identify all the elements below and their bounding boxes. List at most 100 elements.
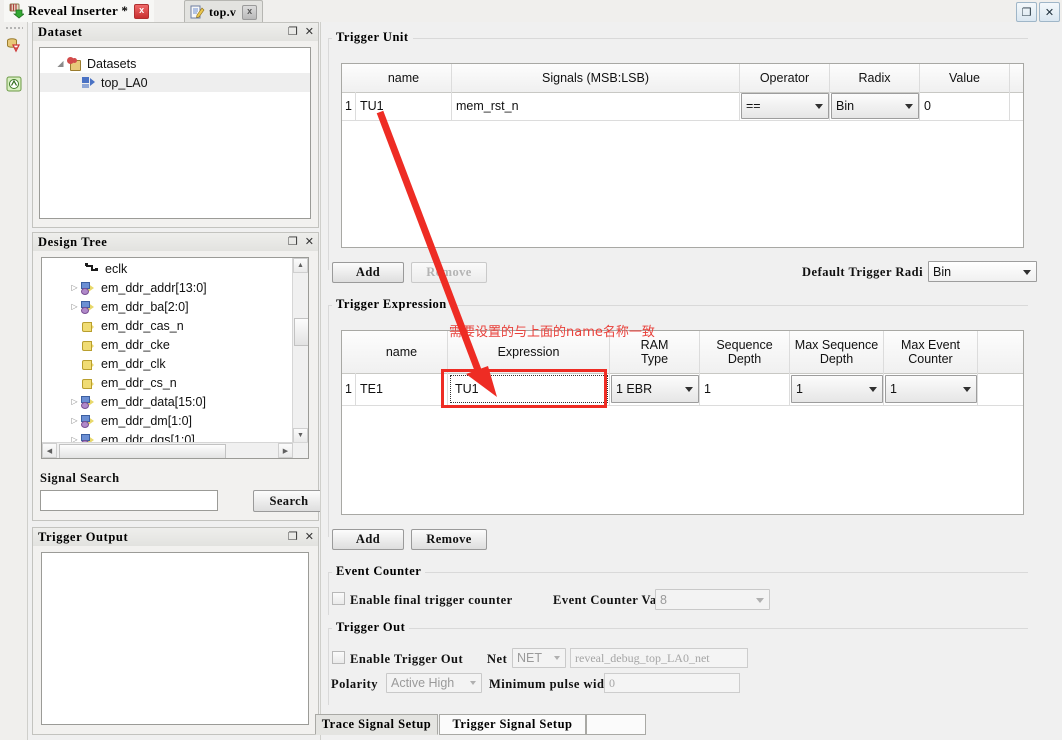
tree-item[interactable]: eclk [42, 259, 292, 278]
col-header-value[interactable]: Value [920, 64, 1010, 92]
scroll-right-icon[interactable]: ▶ [278, 443, 293, 458]
max-sequence-depth-value: 1 [796, 382, 803, 396]
trigger-output-panel-header: Trigger Output ❐ ✕ [33, 528, 318, 547]
col-header-max-sequence-depth[interactable]: Max Sequence Depth [790, 331, 884, 373]
reveal-module-icon[interactable] [5, 75, 23, 93]
tab-trigger-signal-setup[interactable]: Trigger Signal Setup [439, 714, 586, 735]
bus-signal-icon [81, 300, 97, 314]
tree-item[interactable]: em_ddr_cas_n [42, 316, 292, 335]
col-header-sequence-depth[interactable]: Sequence Depth [700, 331, 790, 373]
bus-signal-icon [81, 414, 97, 428]
net-select[interactable]: NET [512, 648, 566, 668]
trigger-expression-table[interactable]: name Expression RAM Type Sequence Depth … [341, 330, 1024, 515]
tab-reveal-inserter[interactable]: Reveal Inserter * x [4, 0, 155, 23]
tab-trace-signal-setup[interactable]: Trace Signal Setup [315, 714, 438, 735]
float-icon[interactable]: ❐ [288, 27, 298, 38]
tree-item[interactable]: em_ddr_clk [42, 354, 292, 373]
scroll-left-icon[interactable]: ◀ [42, 443, 57, 458]
chevron-down-icon[interactable]: ◢ [54, 59, 67, 68]
tree-item[interactable]: ▷ em_ddr_ba[2:0] [42, 297, 292, 316]
tree-item[interactable]: ▷ em_ddr_addr[13:0] [42, 278, 292, 297]
tree-item[interactable]: ▷ em_ddr_dm[1:0] [42, 411, 292, 430]
vscroll-thumb[interactable] [294, 318, 308, 346]
cell-name[interactable]: TE1 [356, 373, 448, 405]
tree-item-datasets[interactable]: ◢ Datasets [40, 54, 310, 73]
minimum-pulse-width-input[interactable]: 0 [604, 673, 740, 693]
tree-item[interactable]: em_ddr_cke [42, 335, 292, 354]
col-header-radix[interactable]: Radix [830, 64, 920, 92]
col-header-max-event-counter[interactable]: Max Event Counter [884, 331, 978, 373]
search-button[interactable]: Search [253, 490, 325, 512]
enable-trigger-out-checkbox[interactable] [332, 651, 345, 664]
default-trigger-radix-select[interactable]: Bin [928, 261, 1037, 282]
cell-max-sequence-depth[interactable]: 1 [790, 373, 884, 405]
col-header-line2: Type [640, 352, 669, 366]
close-icon[interactable]: ✕ [305, 27, 314, 38]
trigger-output-log[interactable] [41, 552, 309, 725]
cell-ram-type[interactable]: 1 EBR [610, 373, 700, 405]
search-input[interactable] [40, 490, 218, 511]
chevron-right-icon[interactable]: ▷ [68, 397, 81, 406]
trigger-expression-remove-button[interactable]: Remove [411, 529, 487, 550]
trigger-unit-remove-button[interactable]: Remove [411, 262, 487, 283]
col-header-signals[interactable]: Signals (MSB:LSB) [452, 64, 740, 92]
bus-signal-icon [81, 395, 97, 409]
col-header-operator[interactable]: Operator [740, 64, 830, 92]
float-icon[interactable]: ❐ [288, 237, 298, 248]
row-number: 1 [342, 92, 356, 120]
chevron-right-icon[interactable]: ▷ [68, 302, 81, 311]
ram-type-select[interactable]: 1 EBR [611, 375, 699, 403]
net-name-input[interactable]: reveal_debug_top_LA0_net [570, 648, 748, 668]
col-header-name[interactable]: name [356, 331, 448, 373]
trigger-unit-add-button[interactable]: Add [332, 262, 404, 283]
close-button[interactable]: ✕ [1039, 2, 1060, 22]
wire-signal-icon [81, 357, 97, 370]
close-icon[interactable]: ✕ [305, 237, 314, 248]
float-icon[interactable]: ❐ [288, 532, 298, 543]
chevron-right-icon[interactable]: ▷ [68, 283, 81, 292]
cell-name[interactable]: TU1 [356, 92, 452, 120]
scroll-down-icon[interactable]: ▼ [293, 428, 308, 443]
row-number: 1 [342, 373, 356, 405]
close-icon[interactable]: ✕ [305, 532, 314, 543]
max-sequence-depth-select[interactable]: 1 [791, 375, 883, 403]
scroll-up-icon[interactable]: ▲ [293, 258, 308, 273]
cell-sequence-depth[interactable]: 1 [700, 373, 790, 405]
event-counter-value-select[interactable]: 8 [655, 589, 770, 610]
cell-signals[interactable]: mem_rst_n [452, 92, 740, 120]
tree-item[interactable]: em_ddr_cs_n [42, 373, 292, 392]
dataset-warning-icon[interactable] [5, 36, 23, 54]
chevron-right-icon[interactable]: ▷ [68, 416, 81, 425]
dataset-tree[interactable]: ◢ Datasets top_LA0 [39, 47, 311, 219]
col-header-name[interactable]: name [356, 64, 452, 92]
design-tree-hscrollbar[interactable]: ◀ ▶ [42, 442, 308, 458]
design-tree-vscrollbar[interactable]: ▲ ▼ [292, 258, 308, 443]
close-icon[interactable]: x [134, 3, 150, 19]
tree-item-top-la0[interactable]: top_LA0 [40, 73, 310, 92]
tree-item[interactable]: ▷ em_ddr_dqs[1:0] [42, 430, 292, 442]
polarity-select[interactable]: Active High [386, 673, 482, 693]
chevron-right-icon[interactable]: ▷ [68, 435, 81, 442]
close-icon[interactable]: x [242, 4, 258, 20]
rail-drag-handle[interactable] [5, 26, 23, 31]
signal-search-section: Signal Search Search [32, 467, 325, 521]
restore-button[interactable]: ❐ [1016, 2, 1037, 22]
operator-select[interactable]: == [741, 93, 829, 119]
max-event-counter-select[interactable]: 1 [885, 375, 977, 403]
cell-value[interactable]: 0 [920, 92, 1010, 120]
col-header-spacer [978, 331, 1025, 373]
trigger-expression-add-button[interactable]: Add [332, 529, 404, 550]
cell-radix[interactable]: Bin [830, 92, 920, 120]
design-tree-list[interactable]: eclk ▷ em_ddr_addr[13:0] ▷ em_ddr_ba[2:0… [41, 257, 309, 459]
tab-strip-filler [586, 714, 646, 735]
tree-item-label: em_ddr_clk [101, 356, 166, 371]
tab-top-v[interactable]: top.v x [184, 0, 264, 23]
cell-operator[interactable]: == [740, 92, 830, 120]
tree-item[interactable]: ▷ em_ddr_data[15:0] [42, 392, 292, 411]
radix-select[interactable]: Bin [831, 93, 919, 119]
trigger-unit-table[interactable]: name Signals (MSB:LSB) Operator Radix Va… [341, 63, 1024, 248]
cell-max-event-counter[interactable]: 1 [884, 373, 978, 405]
hscroll-thumb[interactable] [59, 444, 226, 458]
enable-final-trigger-counter-checkbox[interactable] [332, 592, 345, 605]
table-row[interactable]: 1 TU1 mem_rst_n == Bin 0 [342, 92, 1023, 121]
